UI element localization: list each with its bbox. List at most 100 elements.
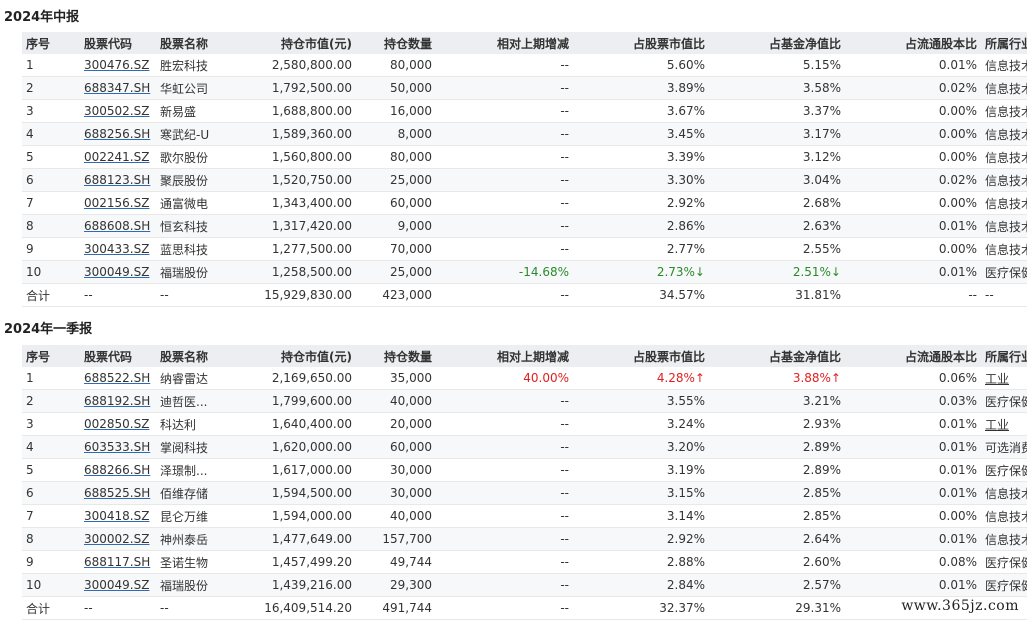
total-row: 合计 -- -- 16,409,514.20 491,744 -- 32.37% 29.31%	[22, 596, 1027, 620]
cell-stock-name: 华虹公司	[156, 76, 242, 100]
cell-change: --	[436, 389, 573, 413]
stock-code-link[interactable]: 300433.SZ	[84, 242, 149, 256]
cell-market-value: 15,929,830.00	[242, 283, 356, 307]
cell-industry: 工业	[981, 412, 1027, 436]
stock-code-link[interactable]: 300002.SZ	[84, 532, 149, 546]
industry-link[interactable]: 工业	[985, 372, 1009, 386]
cell-quantity: 25,000	[356, 168, 436, 192]
column-header-stock-name: 股票名称	[156, 345, 242, 367]
cell-industry: --	[981, 283, 1027, 307]
cell-nav-ratio: 3.58%	[709, 76, 845, 100]
cell-stock-name: 泽璟制...	[156, 458, 242, 482]
cell-stock-name: --	[156, 283, 242, 307]
stock-code-link[interactable]: 688525.SH	[84, 486, 150, 500]
cell-quantity: 8,000	[356, 122, 436, 146]
cell-stock-ratio: 3.39%	[573, 145, 709, 169]
cell-seq: 9	[22, 550, 80, 574]
stock-code-link[interactable]: 688266.SH	[84, 463, 150, 477]
column-header-change: 相对上期增减	[436, 32, 573, 54]
cell-market-value: 2,580,800.00	[242, 54, 356, 77]
stock-code-link[interactable]: 002850.SZ	[84, 417, 149, 431]
cell-nav-ratio: 2.89%	[709, 458, 845, 482]
column-header-quantity: 持仓数量	[356, 345, 436, 367]
cell-market-value: 1,343,400.00	[242, 191, 356, 215]
cell-market-value: 1,617,000.00	[242, 458, 356, 482]
cell-stock-ratio: 2.86%	[573, 214, 709, 238]
cell-seq: 1	[22, 367, 80, 390]
column-header-nav-ratio: 占基金净值比	[709, 345, 845, 367]
cell-float-ratio: 0.02%	[845, 76, 981, 100]
section-title: 2024年中报	[4, 10, 80, 25]
table-row: 7 300418.SZ 昆仑万维 1,594,000.00 40,000 -- 3.14% 2…	[22, 504, 1027, 528]
cell-industry: 医疗保健	[981, 550, 1027, 574]
cell-stock-code: 603533.SH	[80, 435, 156, 459]
cell-stock-name: 胜宏科技	[156, 54, 242, 77]
cell-change: -14.68%	[436, 260, 573, 284]
stock-code-link[interactable]: 688522.SH	[84, 371, 150, 385]
cell-nav-ratio: 2.55%	[709, 237, 845, 261]
cell-float-ratio: 0.00%	[845, 237, 981, 261]
cell-nav-ratio: 3.12%	[709, 145, 845, 169]
cell-float-ratio: 0.08%	[845, 550, 981, 574]
cell-change: --	[436, 54, 573, 77]
table-row: 3 300502.SZ 新易盛 1,688,800.00 16,000 -- 3.67% 3.…	[22, 99, 1027, 123]
cell-stock-name: 昆仑万维	[156, 504, 242, 528]
cell-nav-ratio: 2.60%	[709, 550, 845, 574]
cell-stock-ratio: 2.73%↓	[573, 260, 709, 284]
cell-stock-name: 聚辰股份	[156, 168, 242, 192]
cell-stock-ratio: 3.30%	[573, 168, 709, 192]
cell-industry: 信息技术	[981, 54, 1027, 77]
cell-nav-ratio: 3.88%↑	[709, 367, 845, 390]
table-row: 4 603533.SH 掌阅科技 1,620,000.00 60,000 -- 3.20% 2…	[22, 435, 1027, 459]
stock-code-link[interactable]: 688192.SH	[84, 394, 150, 408]
cell-stock-code: 300476.SZ	[80, 54, 156, 77]
cell-stock-name: --	[156, 596, 242, 620]
stock-code-link[interactable]: 688608.SH	[84, 219, 150, 233]
cell-float-ratio: 0.01%	[845, 481, 981, 505]
stock-code-link[interactable]: 300476.SZ	[84, 58, 149, 72]
stock-code-link[interactable]: 603533.SH	[84, 440, 150, 454]
cell-industry: 医疗保健	[981, 458, 1027, 482]
cell-nav-ratio: 2.68%	[709, 191, 845, 215]
cell-stock-code: 688522.SH	[80, 367, 156, 390]
cell-market-value: 1,594,500.00	[242, 481, 356, 505]
cell-stock-ratio: 3.15%	[573, 481, 709, 505]
stock-code-link[interactable]: 300502.SZ	[84, 104, 149, 118]
cell-industry: 工业	[981, 367, 1027, 390]
stock-code-link[interactable]: 300049.SZ	[84, 265, 149, 279]
cell-quantity: 80,000	[356, 145, 436, 169]
stock-code-link[interactable]: 688347.SH	[84, 81, 150, 95]
cell-market-value: 1,258,500.00	[242, 260, 356, 284]
cell-stock-ratio: 3.89%	[573, 76, 709, 100]
cell-stock-name: 通富微电	[156, 191, 242, 215]
cell-quantity: 29,300	[356, 573, 436, 597]
cell-stock-ratio: 3.24%	[573, 412, 709, 436]
table-row: 10 300049.SZ 福瑞股份 1,439,216.00 29,300 -- 2.84%…	[22, 573, 1027, 597]
stock-code-link[interactable]: 688117.SH	[84, 555, 150, 569]
cell-stock-ratio: 2.84%	[573, 573, 709, 597]
cell-stock-code: 002241.SZ	[80, 145, 156, 169]
cell-quantity: 16,000	[356, 99, 436, 123]
cell-stock-code: 688608.SH	[80, 214, 156, 238]
cell-nav-ratio: 3.37%	[709, 99, 845, 123]
stock-code-link[interactable]: 300049.SZ	[84, 578, 149, 592]
cell-stock-code: 688192.SH	[80, 389, 156, 413]
stock-code-link[interactable]: 688256.SH	[84, 127, 150, 141]
cell-nav-ratio: 2.51%↓	[709, 260, 845, 284]
cell-change: 40.00%	[436, 367, 573, 390]
table-row: 4 688256.SH 寒武纪-U 1,589,360.00 8,000 -- 3.45% 3…	[22, 122, 1027, 146]
cell-market-value: 1,560,800.00	[242, 145, 356, 169]
cell-stock-ratio: 3.20%	[573, 435, 709, 459]
column-header-market-value: 持仓市值(元)	[242, 345, 356, 367]
cell-nav-ratio: 3.04%	[709, 168, 845, 192]
stock-code-link[interactable]: 002156.SZ	[84, 196, 149, 210]
cell-float-ratio: 0.01%	[845, 527, 981, 551]
stock-code-link[interactable]: 300418.SZ	[84, 509, 149, 523]
stock-code-link[interactable]: 002241.SZ	[84, 150, 149, 164]
cell-float-ratio: 0.01%	[845, 458, 981, 482]
cell-nav-ratio: 3.21%	[709, 389, 845, 413]
cell-stock-name: 寒武纪-U	[156, 122, 242, 146]
stock-code-link[interactable]: 688123.SH	[84, 173, 150, 187]
industry-link[interactable]: 工业	[985, 418, 1009, 432]
cell-float-ratio: 0.06%	[845, 367, 981, 390]
